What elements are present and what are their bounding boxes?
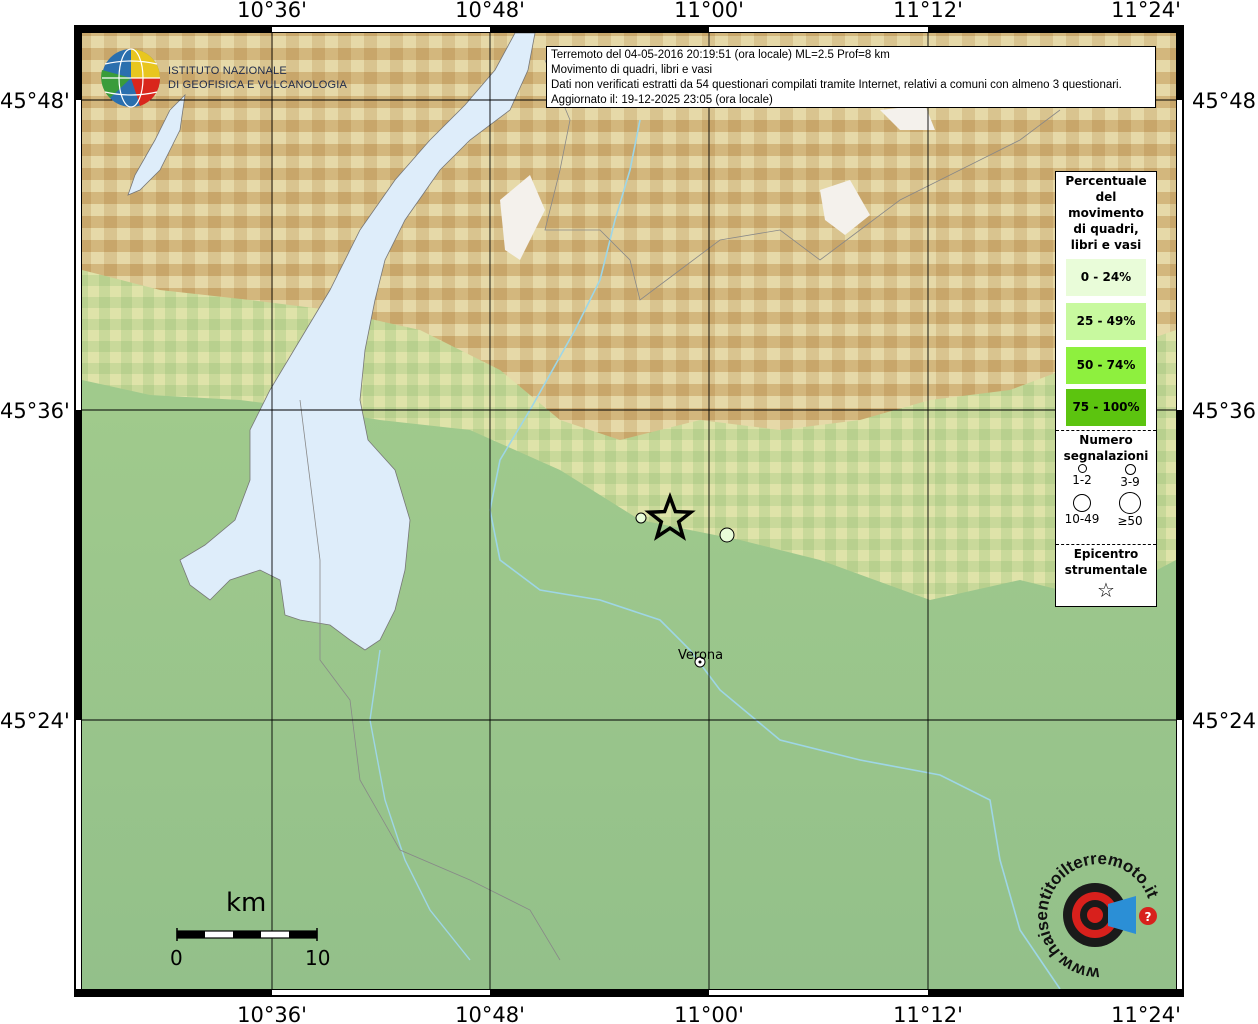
legend-swatch-75-100: 75 - 100% bbox=[1066, 389, 1146, 426]
lat-label: 45°24' bbox=[0, 709, 70, 733]
report-marker[interactable] bbox=[719, 527, 735, 543]
count-label: 1-2 bbox=[1072, 473, 1092, 487]
legend-star-icon: ☆ bbox=[1097, 578, 1115, 602]
lon-label: 11°24' bbox=[1111, 1003, 1181, 1024]
updated-timestamp: Aggiornato il: 19-12-2025 23:05 (ora loc… bbox=[551, 94, 773, 106]
count-item-3-9: 3-9 bbox=[1106, 464, 1154, 489]
count-label: ≥50 bbox=[1117, 514, 1143, 528]
count-legend: 1-2 3-9 10-49 ≥50 bbox=[1056, 464, 1156, 540]
lat-label: 45°48' bbox=[1192, 89, 1258, 113]
event-summary: Terremoto del 04-05-2016 20:19:51 (ora l… bbox=[551, 49, 890, 61]
city-label: Verona bbox=[678, 648, 724, 663]
count-item-50plus: ≥50 bbox=[1106, 492, 1154, 528]
epicenter-title-line: strumentale bbox=[1064, 563, 1148, 577]
circle-large-icon bbox=[1073, 494, 1091, 512]
ingv-line2: DI GEOFISICA E VULCANOLOGIA bbox=[168, 79, 347, 91]
lon-label: 11°00' bbox=[674, 1003, 744, 1024]
count-item-1-2: 1-2 bbox=[1058, 464, 1106, 487]
event-parameter: Movimento di quadri, libri e vasi bbox=[551, 64, 713, 76]
circle-xlarge-icon bbox=[1119, 492, 1141, 514]
ingv-line1: ISTITUTO NAZIONALE bbox=[168, 65, 287, 77]
lat-labels-left: 45°48' 45°36' 45°24' bbox=[0, 89, 70, 733]
legend-swatch-25-49: 25 - 49% bbox=[1066, 303, 1146, 340]
lon-label: 10°36' bbox=[237, 1003, 307, 1024]
lat-labels-right: 45°48' 45°36' 45°24' bbox=[1192, 89, 1258, 733]
count-label: 10-49 bbox=[1064, 512, 1100, 526]
legend-title-line: libri e vasi bbox=[1070, 238, 1142, 252]
count-title-line: segnalazioni bbox=[1063, 449, 1149, 463]
legend-title-line: movimento bbox=[1068, 206, 1144, 220]
count-title: Numero segnalazioni bbox=[1056, 431, 1156, 464]
report-marker[interactable] bbox=[635, 512, 647, 524]
lon-label: 11°00' bbox=[674, 0, 744, 22]
scale-unit: km bbox=[226, 888, 267, 918]
ingv-logo-text: ISTITUTO NAZIONALE DI GEOFISICA E VULCAN… bbox=[168, 64, 347, 92]
lon-label: 11°24' bbox=[1111, 0, 1181, 22]
circle-medium-icon bbox=[1124, 464, 1136, 475]
lat-label: 45°24' bbox=[1192, 709, 1258, 733]
lon-label: 11°12' bbox=[893, 1003, 963, 1024]
lon-labels-top: 10°36' 10°48' 11°00' 11°12' 11°24' bbox=[237, 0, 1181, 22]
count-label: 3-9 bbox=[1120, 475, 1140, 489]
event-info-box: Terremoto del 04-05-2016 20:19:51 (ora l… bbox=[546, 46, 1156, 108]
lon-label: 10°48' bbox=[455, 1003, 525, 1024]
lat-label: 45°36' bbox=[0, 399, 70, 423]
count-title-line: Numero bbox=[1079, 433, 1133, 447]
lon-label: 11°12' bbox=[893, 0, 963, 22]
lat-label: 45°36' bbox=[1192, 399, 1258, 423]
legend-title-line: di quadri, bbox=[1073, 222, 1139, 236]
epicenter-title-line: Epicentro bbox=[1073, 547, 1139, 561]
lon-label: 10°48' bbox=[455, 0, 525, 22]
lon-labels-bottom: 10°36' 10°48' 11°00' 11°12' 11°24' bbox=[237, 1003, 1181, 1024]
legend-panel: Percentuale del movimento di quadri, lib… bbox=[1055, 171, 1157, 607]
lon-label: 10°36' bbox=[237, 0, 307, 22]
svg-text:?: ? bbox=[1145, 910, 1152, 924]
legend-title-line: del bbox=[1095, 190, 1117, 204]
scale-start: 0 bbox=[170, 946, 183, 970]
circle-small-icon bbox=[1077, 464, 1087, 473]
count-item-10-49: 10-49 bbox=[1058, 494, 1106, 526]
scale-end: 10 bbox=[305, 946, 331, 970]
lat-label: 45°48' bbox=[0, 89, 70, 113]
legend-swatch-0-24: 0 - 24% bbox=[1066, 259, 1146, 296]
data-disclaimer: Dati non verificati estratti da 54 quest… bbox=[551, 79, 1122, 91]
legend-title-line: Percentuale bbox=[1065, 174, 1147, 188]
legend-swatch-50-74: 50 - 74% bbox=[1066, 347, 1146, 384]
epicenter-title: Epicentro strumentale bbox=[1056, 545, 1156, 578]
legend-title: Percentuale del movimento di quadri, lib… bbox=[1056, 172, 1156, 253]
